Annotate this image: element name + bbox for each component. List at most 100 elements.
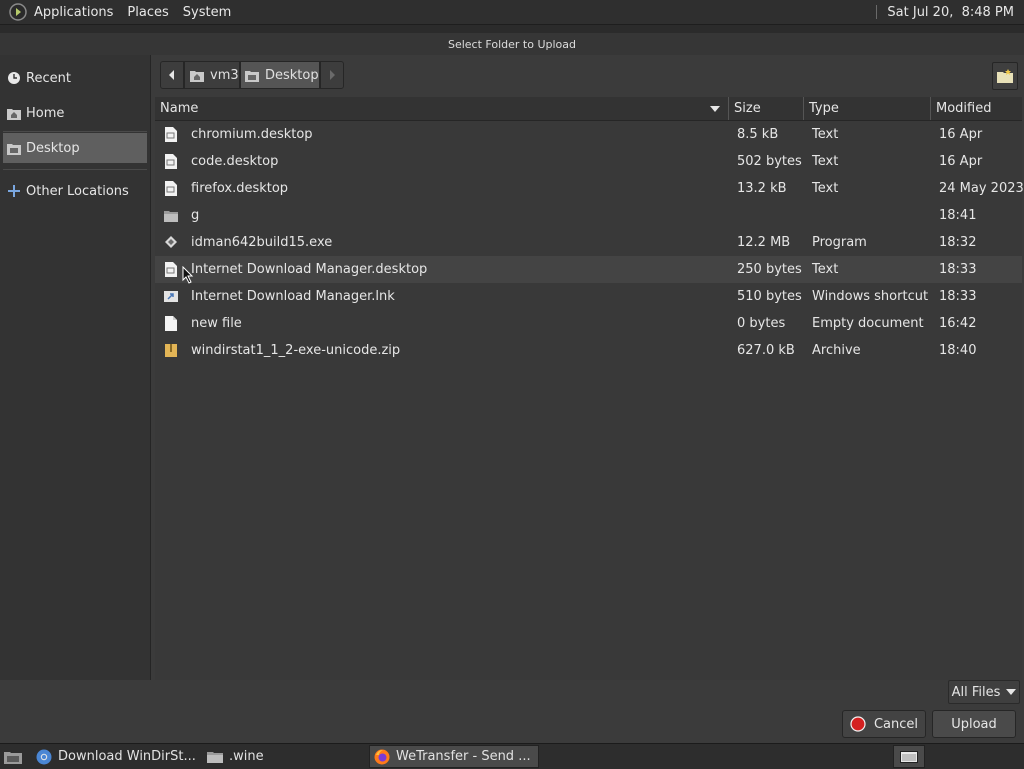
cancel-button[interactable]: Cancel [842, 710, 926, 738]
blank-document-icon [165, 316, 177, 331]
file-size: 12.2 MB [737, 235, 791, 250]
clock[interactable]: Sat Jul 20, 8:48 PM [887, 5, 1014, 20]
file-type: Text [812, 127, 839, 142]
desktop-file-icon [165, 154, 177, 169]
mouse-pointer-icon [182, 266, 194, 284]
desktop-file-icon [165, 127, 177, 142]
column-header-name[interactable]: Name [155, 97, 728, 120]
sidebar-item-label: Desktop [26, 140, 80, 156]
file-name: chromium.desktop [191, 127, 313, 142]
folder-icon [164, 211, 178, 222]
new-folder-icon [997, 69, 1013, 83]
file-modified: 18:32 [939, 235, 977, 250]
file-type: Text [812, 262, 839, 277]
shortcut-icon [164, 291, 178, 302]
show-desktop-button[interactable] [0, 745, 26, 768]
cancel-icon [850, 716, 866, 732]
workspace-switcher[interactable] [893, 745, 925, 768]
file-modified: 16 Apr [939, 154, 983, 169]
filter-label: All Files [951, 684, 1001, 700]
path-segment-vm3[interactable]: vm3 [184, 61, 240, 89]
applications-menu[interactable]: Applications [34, 5, 113, 20]
desktop-file-icon [165, 181, 177, 196]
file-row[interactable]: chromium.desktop 8.5 kB Text 16 Apr [155, 121, 1022, 148]
column-header-modified[interactable]: Modified [930, 97, 1022, 120]
path-bar: vm3 Desktop [160, 61, 344, 91]
file-size: 8.5 kB [737, 127, 779, 142]
places-sidebar: Recent Home Desktop Other Locations [0, 55, 151, 680]
file-modified: 18:33 [939, 289, 977, 304]
column-header: Name Size Type Modified [155, 97, 1022, 121]
taskbar-item-chromium[interactable]: Download WinDirSt... [32, 745, 200, 768]
file-row[interactable]: code.desktop 502 bytes Text 16 Apr [155, 148, 1022, 175]
desktop-folder-icon [7, 141, 21, 155]
file-filter-dropdown[interactable]: All Files [948, 680, 1020, 704]
file-type: Text [812, 154, 839, 169]
sidebar-separator [3, 169, 147, 170]
file-type: Empty document [812, 316, 924, 331]
workspace-icon [900, 750, 918, 763]
taskbar-item-wine-folder[interactable]: .wine [203, 745, 363, 768]
file-size: 13.2 kB [737, 181, 787, 196]
file-size: 502 bytes [737, 154, 802, 169]
desktop-folder-icon [245, 70, 259, 82]
system-menu[interactable]: System [183, 5, 231, 20]
sidebar-item-desktop[interactable]: Desktop [3, 133, 147, 163]
path-back-button[interactable] [160, 61, 184, 89]
dialog-title-bar: Select Folder to Upload [0, 33, 1024, 55]
file-size: 510 bytes [737, 289, 802, 304]
file-type: Program [812, 235, 867, 250]
path-segment-label: vm3 [210, 67, 239, 83]
file-modified: 16 Apr [939, 127, 983, 142]
file-name: Internet Download Manager.lnk [191, 289, 395, 304]
sidebar-item-recent[interactable]: Recent [3, 63, 147, 93]
file-modified: 16:42 [939, 316, 977, 331]
file-name: firefox.desktop [191, 181, 289, 196]
taskbar-item-firefox[interactable]: WeTransfer - Send ... [369, 745, 539, 768]
chevron-down-icon [1006, 689, 1017, 695]
clock-icon [7, 71, 21, 85]
show-desktop-icon [4, 751, 22, 764]
new-folder-button[interactable] [992, 62, 1018, 90]
dialog-title: Select Folder to Upload [447, 37, 576, 51]
chromium-icon [36, 749, 52, 764]
folder-icon [207, 751, 223, 763]
column-header-type[interactable]: Type [803, 97, 930, 120]
sidebar-item-home[interactable]: Home [3, 98, 147, 128]
file-name: idman642build15.exe [191, 235, 333, 250]
file-name: code.desktop [191, 154, 279, 169]
file-row[interactable]: Internet Download Manager.lnk 510 bytes … [155, 283, 1022, 310]
file-row[interactable]: windirstat1_1_2-exe-unicode.zip 627.0 kB… [155, 337, 1022, 364]
file-row[interactable]: new file 0 bytes Empty document 16:42 [155, 310, 1022, 337]
home-folder-icon [7, 106, 21, 120]
file-modified: 18:40 [939, 343, 977, 358]
file-row[interactable]: firefox.desktop 13.2 kB Text 24 May 2023 [155, 175, 1024, 202]
sidebar-item-other-locations[interactable]: Other Locations [3, 176, 147, 206]
sidebar-separator [3, 131, 147, 132]
file-list: Name Size Type Modified chromium.desktop… [155, 97, 1024, 680]
plus-icon [7, 184, 21, 198]
file-type: Windows shortcut [812, 289, 929, 304]
places-menu[interactable]: Places [127, 5, 168, 20]
column-header-size[interactable]: Size [728, 97, 803, 120]
file-name: g [191, 208, 200, 223]
file-row[interactable]: idman642build15.exe 12.2 MB Program 18:3… [155, 229, 1022, 256]
file-type: Archive [812, 343, 861, 358]
file-modified: 18:41 [939, 208, 977, 223]
file-size: 627.0 kB [737, 343, 795, 358]
file-name: Internet Download Manager.desktop [191, 262, 428, 277]
distro-logo-icon[interactable] [9, 3, 27, 21]
upload-button[interactable]: Upload [932, 710, 1016, 738]
top-panel: Applications Places System Sat Jul 20, 8… [0, 0, 1024, 25]
executable-icon [165, 236, 177, 248]
sidebar-item-label: Recent [26, 70, 71, 86]
path-forward-button[interactable] [320, 61, 344, 89]
file-type: Text [812, 181, 839, 196]
path-segment-label: Desktop [265, 67, 319, 83]
path-segment-desktop[interactable]: Desktop [240, 61, 320, 89]
file-row[interactable]: g 18:41 [155, 202, 1022, 229]
sort-descending-icon [710, 105, 720, 112]
file-name: new file [191, 316, 242, 331]
file-row[interactable]: Internet Download Manager.desktop 250 by… [155, 256, 1022, 284]
taskbar: Download WinDirSt... .wine WeTransfer - … [0, 743, 1024, 769]
